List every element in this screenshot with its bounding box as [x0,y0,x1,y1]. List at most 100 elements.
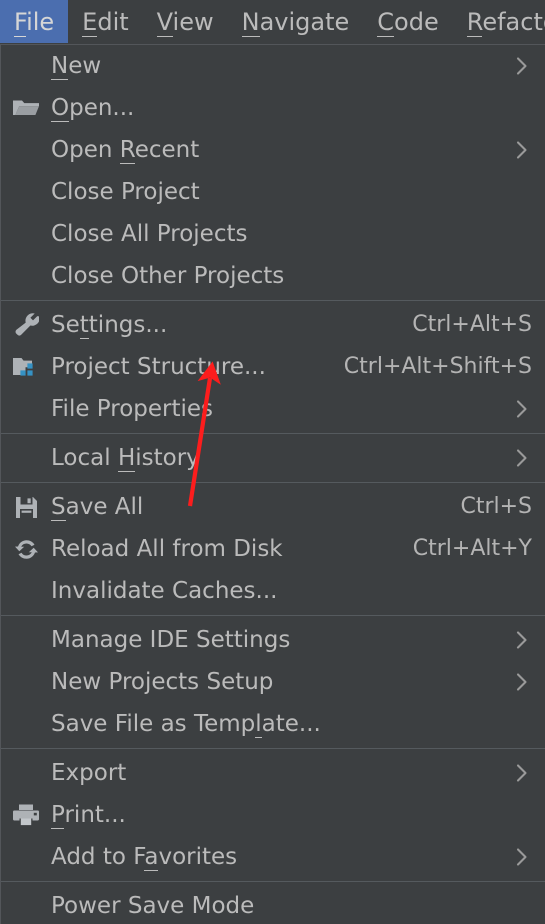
chevron-right-icon [511,140,533,160]
ide-window: File Edit View Navigate Code Refactor New Open… [0,0,545,924]
menu-separator [1,881,545,882]
menu-item-close-all-projects[interactable]: Close All Projects [1,213,545,255]
menu-item-file-properties[interactable]: File Properties [1,388,545,430]
menu-item-icon-slot [1,619,51,661]
menu-item-open[interactable]: Open... [1,87,545,129]
menu-item-label: Close All Projects [51,220,248,247]
menu-item-label: Manage IDE Settings [51,626,291,653]
menu-item-close-project[interactable]: Close Project [1,171,545,213]
menu-item-icon-slot [1,255,51,297]
menu-item-list: New Open... Open Recent Close Project Close … [1,45,545,924]
menu-item-icon-slot [1,703,51,745]
menu-item-icon-slot [1,304,51,346]
menu-item-icon-slot [1,437,51,479]
menu-item-export[interactable]: Export [1,752,545,794]
menu-item-save-file-as-template[interactable]: Save File as Template... [1,703,545,745]
chevron-right-icon [511,399,533,419]
menu-item-power-save-mode[interactable]: Power Save Mode [1,885,545,924]
menu-item-project-structure[interactable]: Project Structure... Ctrl+Alt+Shift+S [1,346,545,388]
menu-item-label: Open Recent [51,136,200,164]
menu-item-icon-slot [1,661,51,703]
menu-item-icon-slot [1,87,51,129]
menu-item-local-history[interactable]: Local History [1,437,545,479]
menu-item-icon-slot [1,388,51,430]
chevron-right-icon [511,847,533,867]
menu-item-icon-slot [1,836,51,878]
menu-item-label: Local History [51,444,200,472]
menu-item-icon-slot [1,129,51,171]
menu-item-manage-ide-settings[interactable]: Manage IDE Settings [1,619,545,661]
project-structure-icon [12,355,40,379]
folder-open-icon [12,97,40,119]
menu-separator [1,482,545,483]
menu-item-settings[interactable]: Settings... Ctrl+Alt+S [1,304,545,346]
menubar-item-code[interactable]: Code [363,0,452,43]
menubar-item-refactor[interactable]: Refactor [453,0,545,43]
file-menu-popup: New Open... Open Recent Close Project Close … [0,44,545,924]
menu-item-new-projects-setup[interactable]: New Projects Setup [1,661,545,703]
menu-item-icon-slot [1,346,51,388]
menu-item-invalidate-caches[interactable]: Invalidate Caches... [1,570,545,612]
printer-icon [12,803,40,828]
menu-item-icon-slot [1,171,51,213]
menu-item-icon-slot [1,794,51,836]
reload-icon [14,537,39,562]
menu-item-save-all[interactable]: Save All Ctrl+S [1,486,545,528]
menubar-item-label: Edit [82,7,129,37]
menubar-item-view[interactable]: View [143,0,228,43]
menu-item-label: Save File as Template... [51,710,321,738]
menu-item-label: File Properties [51,395,214,422]
menu-item-close-other-projects[interactable]: Close Other Projects [1,255,545,297]
save-icon [14,495,39,520]
menu-separator [1,615,545,616]
wrench-icon [13,312,39,338]
menu-item-label: Close Other Projects [51,262,285,289]
menu-item-add-to-favorites[interactable]: Add to Favorites [1,836,545,878]
menubar-item-label: Code [377,7,439,37]
menu-separator [1,300,545,301]
menu-item-icon-slot [1,486,51,528]
menu-item-shortcut: Ctrl+S [460,494,532,519]
menu-item-print[interactable]: Print... [1,794,545,836]
menu-item-shortcut: Ctrl+Alt+S [412,312,532,337]
menu-item-label: Close Project [51,178,200,205]
menu-item-icon-slot [1,213,51,255]
menu-item-icon-slot [1,570,51,612]
menu-item-label: Invalidate Caches... [51,577,278,604]
menubar-item-file[interactable]: File [0,0,69,43]
menu-item-label: Open... [51,94,135,122]
menubar-item-edit[interactable]: Edit [68,0,142,43]
menubar-item-label: File [14,7,55,37]
menu-item-label: Export [51,759,127,786]
menu-item-open-recent[interactable]: Open Recent [1,129,545,171]
chevron-right-icon [511,448,533,468]
menu-item-label: Settings... [51,311,168,339]
menubar-item-label: View [156,7,214,37]
chevron-right-icon [511,763,533,783]
menu-separator [1,433,545,434]
menu-bar: File Edit View Navigate Code Refactor [0,0,545,43]
chevron-right-icon [511,630,533,650]
menu-item-shortcut: Ctrl+Alt+Y [412,536,532,561]
menu-item-new[interactable]: New [1,45,545,87]
menu-item-label: Project Structure... [51,353,266,380]
menu-item-label: Reload All from Disk [51,535,283,562]
chevron-right-icon [511,672,533,692]
menu-item-label: Power Save Mode [51,892,255,919]
menubar-item-label: Refactor [466,7,545,37]
menubar-item-navigate[interactable]: Navigate [228,0,364,43]
menu-item-label: New [51,52,102,80]
menu-item-label: Print... [51,801,126,829]
chevron-right-icon [511,56,533,76]
menu-item-label: Save All [51,493,144,521]
menu-item-icon-slot [1,45,51,87]
menubar-item-label: Navigate [241,7,350,37]
menu-item-reload-all-from-disk[interactable]: Reload All from Disk Ctrl+Alt+Y [1,528,545,570]
menu-item-shortcut: Ctrl+Alt+Shift+S [343,354,532,379]
menu-item-icon-slot [1,528,51,570]
menu-item-label: New Projects Setup [51,668,274,695]
menu-item-label: Add to Favorites [51,843,238,871]
menu-separator [1,748,545,749]
menu-item-icon-slot [1,752,51,794]
menu-item-icon-slot [1,885,51,924]
